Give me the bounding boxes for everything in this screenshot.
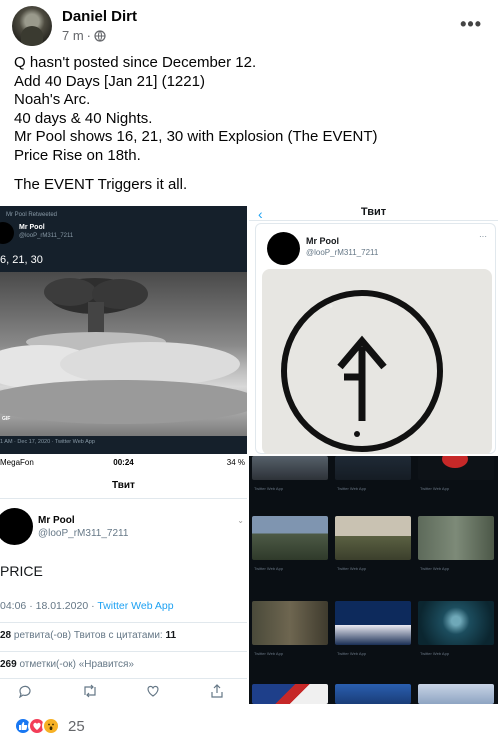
photo-tile-2[interactable]: ‹ Твит Mr Pool @looP_rM311_7211 ··· <box>249 206 498 454</box>
photo-caption: Twitter Web App <box>420 566 450 571</box>
retweet-icon <box>84 684 96 698</box>
likes-label: отметки(-ок) «Нравится» <box>16 659 134 670</box>
photo-caption: Twitter Web App <box>254 486 284 491</box>
author-avatar[interactable] <box>12 6 52 46</box>
tweet-author: Mr Pool <box>306 236 339 246</box>
photo-caption: Twitter Web App <box>337 486 367 491</box>
collage-photo <box>418 456 494 480</box>
photo-tile-1[interactable]: Mr Pool Retweeted Mr Pool @looP_rM311_72… <box>0 206 247 454</box>
post-header: Daniel Dirt 7 m · ••• <box>12 6 492 48</box>
globe-icon <box>94 29 106 42</box>
divider <box>249 220 498 221</box>
post-line: 40 days & 40 Nights. <box>14 109 153 127</box>
tweet-screen-title: Твит <box>360 206 387 218</box>
more-icon: ··· <box>479 232 487 241</box>
divider <box>0 622 247 623</box>
symbol-image <box>262 269 492 454</box>
wow-icon <box>42 717 60 735</box>
post-time[interactable]: 7 m <box>62 28 84 43</box>
circle-arrow-symbol <box>281 290 443 452</box>
collage-photo <box>335 601 411 645</box>
like-stats: 269 отметки(-ок) «Нравится» <box>0 659 134 670</box>
timestamp-text: 04:06 · 18.01.2020 · <box>0 600 98 612</box>
photo-caption: Twitter Web App <box>337 651 367 656</box>
collage-photo <box>335 516 411 560</box>
collage-photo <box>335 684 411 704</box>
tweet-handle: @looP_rM311_7211 <box>38 528 129 539</box>
explosion-image <box>0 272 247 436</box>
photo-caption: Twitter Web App <box>254 651 284 656</box>
divider <box>0 498 247 499</box>
tweet-screen-title: Твит <box>112 480 135 491</box>
tweet-actions <box>0 684 247 702</box>
tweet-avatar <box>0 222 14 244</box>
post-line: Q hasn't posted since December 12. <box>14 54 257 71</box>
gif-badge: GIF <box>2 416 11 422</box>
explosion-cloud-graphic <box>0 278 247 424</box>
collage-photo <box>252 456 328 480</box>
battery-label: 34 % <box>226 458 245 467</box>
collage-photo <box>335 456 411 480</box>
retweet-stats: 28 ретвита(-ов) Твитов с цитатами: 11 <box>0 630 176 641</box>
tweet-text: PRICE <box>0 563 43 579</box>
reply-icon <box>19 685 31 698</box>
tweet-source: Twitter Web App <box>97 600 174 612</box>
post-line: Add 40 Days [Jan 21] (1221) <box>14 72 205 90</box>
likes-count: 269 <box>0 659 17 670</box>
collage-photo <box>252 601 328 645</box>
retweets-label: ретвита(-ов) Твитов с цитатами: <box>11 630 166 641</box>
author-name[interactable]: Daniel Dirt <box>62 8 137 25</box>
status-time: 00:24 <box>113 458 134 467</box>
collage-photo <box>418 601 494 645</box>
post-meta: 7 m · <box>62 28 106 43</box>
heart-icon <box>147 685 159 697</box>
tweet-footer: 1 AM · Dec 17, 2020 · Twitter Web App <box>0 439 95 445</box>
photo-tile-3[interactable]: MegaFon 00:24 34 % Твит Mr Pool @looP_rM… <box>0 456 247 704</box>
tweet-text: 6, 21, 30 <box>0 254 43 266</box>
share-icon <box>211 684 223 698</box>
post-line: Mr Pool shows 16, 21, 30 with Explosion … <box>14 128 378 146</box>
reaction-summary[interactable]: 25 <box>14 716 85 736</box>
tweet-handle: @looP_rM311_7211 <box>19 233 74 239</box>
divider <box>0 651 247 652</box>
quotes-count: 11 <box>165 630 177 641</box>
retweets-count: 28 <box>0 630 12 641</box>
collage-photo <box>252 684 328 704</box>
photo-tile-4[interactable]: Twitter Web App Twitter Web App Twitter … <box>249 456 498 704</box>
tweet-author: Mr Pool <box>38 515 75 526</box>
tweet-timestamp: 04:06 · 18.01.2020 · Twitter Web App <box>0 600 174 612</box>
retweeted-label: Mr Pool Retweeted <box>6 212 58 218</box>
reaction-count[interactable]: 25 <box>68 718 85 735</box>
photo-caption: Twitter Web App <box>337 566 367 571</box>
tweet-handle: @looP_rM311_7211 <box>306 248 379 257</box>
tweet-avatar <box>0 508 33 545</box>
meta-separator: · <box>86 28 92 43</box>
status-bar: MegaFon 00:24 34 % <box>0 456 247 470</box>
tweet-author: Mr Pool <box>19 224 45 231</box>
tweet-avatar <box>267 232 300 265</box>
photo-caption: Twitter Web App <box>420 651 450 656</box>
photo-caption: Twitter Web App <box>420 486 450 491</box>
tweet-card: Mr Pool @looP_rM311_7211 ··· <box>255 223 496 454</box>
more-horizontal-icon[interactable]: ••• <box>460 14 482 35</box>
chevron-down-icon: ⌄ <box>237 516 244 525</box>
divider <box>0 678 247 679</box>
post-text: Q hasn't posted since December 12. Add 4… <box>14 54 484 194</box>
post-line: Noah's Arc. <box>14 91 91 109</box>
photo-caption: Twitter Web App <box>254 566 284 571</box>
post-closing-line: The EVENT Triggers it all. <box>14 175 188 193</box>
collage-photo <box>252 516 328 560</box>
collage-photo <box>418 516 494 560</box>
post-line: Price Rise on 18th. <box>14 146 141 164</box>
collage-photo <box>418 684 494 704</box>
